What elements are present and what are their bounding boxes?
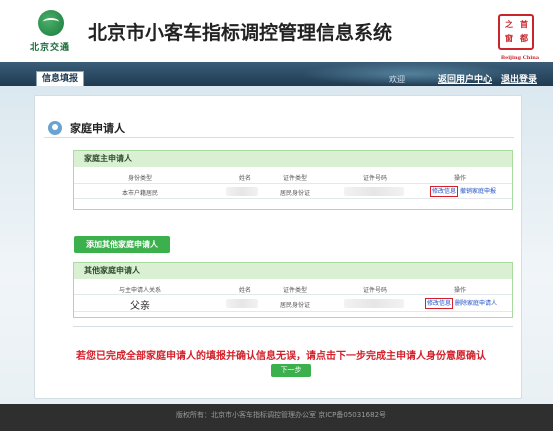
logo-text: 北京交通 [29, 43, 70, 53]
capital-window-seal-icon: 首 都 之 窗 Beijing China [498, 14, 539, 61]
logo-icon [38, 10, 64, 36]
user-icon [48, 121, 62, 135]
beijing-transport-logo: 北京交通 [20, 10, 80, 56]
edit-info-link[interactable]: 修改信息 [425, 298, 454, 309]
user-center-link[interactable]: 返回用户中心 [438, 72, 492, 85]
column-header: 操作 [453, 175, 466, 182]
footer-copyright: 版权所有：北京市小客车指标调控管理办公室 京ICP备05031682号 [176, 411, 387, 419]
edit-info-link[interactable]: 修改信息 [430, 186, 459, 197]
table-divider [74, 294, 512, 295]
column-header: 证件类型 [282, 175, 307, 182]
column-header: 姓名 [238, 175, 251, 182]
id-type-cell: 居民身份证 [279, 302, 310, 309]
column-header: 证件类型 [282, 287, 307, 294]
relation-cell: 父亲 [130, 301, 150, 312]
revoke-family-application-link[interactable]: 撤销家庭申报 [460, 187, 496, 196]
next-step-button[interactable]: 下一步 [271, 364, 311, 377]
table-divider [74, 183, 512, 184]
divider [44, 137, 514, 138]
section-title: 家庭申请人 [70, 122, 125, 135]
table-divider [74, 311, 512, 312]
divider [73, 326, 513, 327]
tab-info-fill[interactable]: 信息填报 [36, 71, 85, 87]
app-title: 北京市小客车指标调控管理信息系统 [88, 22, 393, 44]
column-header: 操作 [453, 287, 466, 294]
masked-name [226, 299, 258, 308]
other-applicants-heading: 其他家庭申请人 [74, 263, 512, 279]
column-header: 姓名 [238, 287, 251, 294]
column-header: 证件号码 [362, 287, 387, 294]
table-divider [74, 198, 512, 199]
confirmation-notice: 若您已完成全部家庭申请人的填报并确认信息无误，请点击下一步完成主申请人身份意愿确… [76, 351, 486, 362]
column-header: 证件号码 [362, 175, 387, 182]
identity-type-cell: 本市户籍居民 [121, 190, 158, 197]
masked-id-number [344, 187, 404, 196]
masked-id-number [344, 299, 404, 308]
main-applicant-heading: 家庭主申请人 [74, 151, 512, 167]
add-family-applicant-button[interactable]: 添加其他家庭申请人 [74, 236, 170, 253]
seal-char: 都 [520, 33, 528, 43]
delete-family-applicant-link[interactable]: 删除家庭申请人 [455, 299, 497, 308]
column-header: 与主申请人关系 [118, 287, 161, 294]
seal-subtitle: Beijing China [500, 55, 540, 61]
seal-char: 之 [505, 19, 513, 29]
column-header: 身份类型 [127, 175, 152, 182]
logout-link[interactable]: 退出登录 [501, 72, 537, 85]
id-type-cell: 居民身份证 [279, 190, 310, 197]
welcome-text: 欢迎 [389, 75, 405, 84]
masked-name [226, 187, 258, 196]
seal-char: 窗 [505, 33, 513, 43]
seal-char: 首 [520, 19, 528, 29]
